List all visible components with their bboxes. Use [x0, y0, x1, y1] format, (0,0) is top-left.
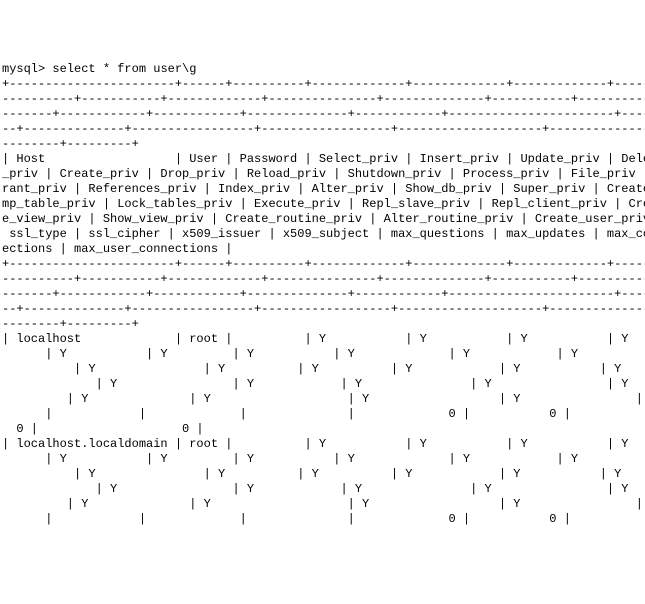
table-header: ssl_type | ssl_cipher | x509_issuer | x5… — [2, 227, 645, 241]
table-border: --+--------------+-----------------+----… — [2, 122, 645, 136]
table-row: | localhost | root | | Y | Y | Y | Y — [2, 332, 645, 346]
table-border: +-----------------------+------+--------… — [2, 77, 645, 91]
table-header: rant_priv | References_priv | Index_priv… — [2, 182, 645, 196]
table-border: +-----------------------+------+--------… — [2, 257, 645, 271]
table-row: | Y | Y | Y | Y | — [2, 497, 645, 511]
table-header: e_view_priv | Show_view_priv | Create_ro… — [2, 212, 645, 226]
table-row: | localhost.localdomain | root | | Y | Y… — [2, 437, 645, 451]
table-row: | Y | Y | Y | Y | Y — [2, 482, 645, 496]
table-row: | | | | 0 | 0 | — [2, 407, 645, 421]
table-row: 0 | 0 | — [2, 422, 204, 436]
table-border: --------+---------+ — [2, 317, 139, 331]
mysql-prompt: mysql> — [2, 62, 52, 76]
sql-command: select * from user\g — [52, 62, 196, 76]
table-row: | Y | Y | Y | Y | Y | Y — [2, 467, 645, 481]
table-border: -------+------------+------------+------… — [2, 107, 645, 121]
table-header: ections | max_user_connections | — [2, 242, 232, 256]
table-header: | Host | User | Password | Select_priv |… — [2, 152, 645, 166]
table-row: | Y | Y | Y | Y | Y | Y | Y — [2, 452, 645, 466]
table-border: --+--------------+-----------------+----… — [2, 302, 645, 316]
table-header: mp_table_priv | Lock_tables_priv | Execu… — [2, 197, 645, 211]
table-row: | Y | Y | Y | Y | — [2, 392, 645, 406]
table-row: | Y | Y | Y | Y | Y | Y — [2, 362, 645, 376]
table-row: | Y | Y | Y | Y | Y — [2, 377, 645, 391]
table-row: | | | | 0 | 0 | — [2, 512, 645, 526]
table-border: ----------+-----------+-------------+---… — [2, 272, 645, 286]
table-border: -------+------------+------------+------… — [2, 287, 645, 301]
terminal-output: mysql> select * from user\g +-----------… — [2, 62, 645, 527]
table-border: --------+---------+ — [2, 137, 139, 151]
table-border: ----------+-----------+-------------+---… — [2, 92, 645, 106]
table-header: _priv | Create_priv | Drop_priv | Reload… — [2, 167, 645, 181]
table-row: | Y | Y | Y | Y | Y | Y | Y — [2, 347, 645, 361]
